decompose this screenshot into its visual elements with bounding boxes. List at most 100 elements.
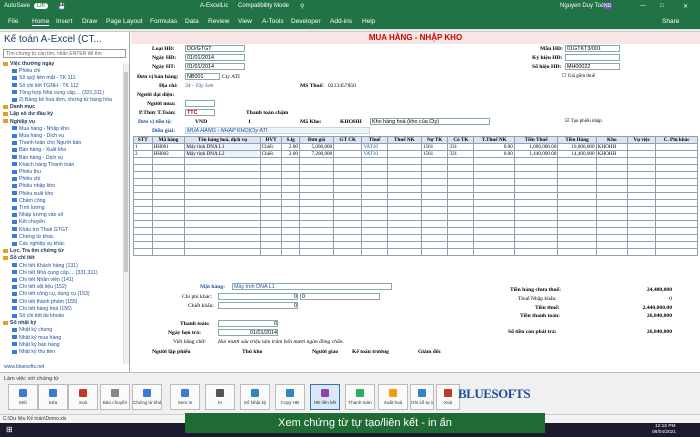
table-cell[interactable] — [298, 241, 335, 249]
table-cell[interactable] — [151, 241, 186, 249]
table-cell[interactable]: 2 — [133, 150, 153, 158]
empty-row[interactable] — [133, 206, 698, 214]
table-cell[interactable] — [361, 178, 388, 186]
table-cell[interactable] — [626, 220, 657, 228]
table-cell[interactable] — [333, 143, 363, 151]
table-cell[interactable] — [281, 185, 300, 193]
sidebar-item[interactable]: Bán hàng - Dịch vụ — [0, 155, 126, 161]
table-cell[interactable] — [281, 192, 300, 200]
table-cell[interactable] — [133, 171, 153, 179]
table-cell[interactable] — [655, 178, 698, 186]
table-cell[interactable] — [513, 206, 559, 214]
sidebar-group[interactable]: Lập số dư đầu kỳ — [0, 111, 126, 117]
tab-developer[interactable]: Developer — [291, 18, 321, 25]
sidebar-item[interactable]: Chi tiết hàng hoá (156) — [0, 306, 126, 312]
ma-kho-value[interactable]: KHOHH — [340, 119, 362, 125]
sidebar-item[interactable]: Thanh toán cho Người bán — [0, 140, 126, 146]
sidebar-item[interactable]: Phiếu xuất kho — [0, 191, 126, 197]
table-cell[interactable] — [151, 157, 186, 165]
tab-page-layout[interactable]: Page Layout — [106, 18, 143, 25]
tien-te-value[interactable]: VND — [195, 119, 207, 125]
table-cell[interactable] — [595, 164, 629, 172]
sidebar-item[interactable]: Nhật ký bán hàng — [0, 342, 126, 348]
sidebar-item[interactable]: Phiếu chi — [0, 176, 126, 182]
table-cell[interactable] — [557, 248, 597, 256]
table-cell[interactable] — [184, 185, 261, 193]
table-cell[interactable] — [626, 213, 657, 221]
maximize-icon[interactable]: □ — [660, 3, 664, 9]
table-cell[interactable] — [184, 248, 261, 256]
table-cell[interactable]: Chiếc — [259, 150, 283, 158]
table-cell[interactable] — [386, 171, 422, 179]
table-cell[interactable]: 1 — [133, 143, 153, 151]
table-cell[interactable] — [259, 164, 283, 172]
table-cell[interactable] — [361, 248, 388, 256]
so-hieu-field[interactable]: MH00022 — [565, 63, 620, 70]
table-cell[interactable] — [473, 171, 515, 179]
table-cell[interactable]: VAT10 — [361, 150, 388, 158]
tab-review[interactable]: Review — [208, 18, 229, 25]
tab-draw[interactable]: Draw — [82, 18, 97, 25]
table-cell[interactable] — [259, 185, 283, 193]
table-cell[interactable] — [386, 178, 422, 186]
empty-row[interactable] — [133, 157, 698, 165]
table-cell[interactable] — [655, 227, 698, 235]
ptt-field[interactable]: TTC — [185, 109, 215, 116]
gia-gom-thue-checkbox[interactable]: ☐ Giá gồm thuế — [562, 73, 595, 79]
table-cell[interactable] — [386, 157, 422, 165]
table-cell[interactable] — [386, 227, 422, 235]
table-cell[interactable] — [333, 185, 363, 193]
table-cell[interactable]: Máy tính DNA L1 — [184, 143, 261, 151]
table-cell[interactable] — [655, 213, 698, 221]
table-cell[interactable] — [420, 248, 449, 256]
tab-data[interactable]: Data — [185, 18, 199, 25]
table-cell[interactable] — [473, 164, 515, 172]
table-cell[interactable] — [386, 199, 422, 207]
empty-row[interactable] — [133, 248, 698, 256]
loai-hd-field[interactable]: DO/GTGT — [185, 45, 245, 52]
table-cell[interactable] — [626, 248, 657, 256]
table-cell[interactable] — [333, 164, 363, 172]
sidebar-item[interactable]: Phiếu nhập kho — [0, 183, 126, 189]
table-cell[interactable] — [184, 241, 261, 249]
table-cell[interactable] — [259, 192, 283, 200]
table-cell[interactable] — [655, 157, 698, 165]
windows-start-icon[interactable]: ⊞ — [6, 425, 13, 434]
table-cell[interactable] — [626, 227, 657, 235]
table-cell[interactable] — [595, 199, 629, 207]
table-cell[interactable] — [513, 185, 559, 193]
ty-gia-value[interactable]: 1 — [248, 119, 251, 125]
sidebar-item[interactable]: Sổ chi tiết tài khoản — [0, 313, 126, 319]
table-cell[interactable] — [420, 199, 449, 207]
table-cell[interactable] — [184, 234, 261, 242]
tab-insert[interactable]: Insert — [56, 18, 72, 25]
table-cell[interactable] — [184, 171, 261, 179]
table-cell[interactable] — [513, 241, 559, 249]
table-cell[interactable] — [557, 213, 597, 221]
table-cell[interactable] — [133, 220, 153, 228]
table-cell[interactable] — [473, 199, 515, 207]
table-cell[interactable] — [281, 241, 300, 249]
table-cell[interactable] — [386, 248, 422, 256]
sidebar-item[interactable]: Nhật ký mua hàng — [0, 335, 126, 341]
sidebar-group[interactable]: Việc thường ngày — [0, 61, 126, 67]
table-cell[interactable] — [420, 220, 449, 228]
sidebar-group[interactable]: Nghiệp vụ — [0, 119, 126, 125]
sidebar-scroll-thumb[interactable] — [124, 72, 128, 272]
table-cell[interactable] — [151, 206, 186, 214]
table-cell[interactable] — [259, 213, 283, 221]
table-cell[interactable] — [626, 157, 657, 165]
table-cell[interactable] — [184, 213, 261, 221]
mat-hang-field[interactable]: Máy tính DNA L1 — [232, 283, 392, 290]
table-cell[interactable] — [595, 185, 629, 193]
table-cell[interactable] — [655, 185, 698, 193]
table-cell[interactable]: 5,000,000 — [298, 143, 335, 151]
sidebar-item[interactable]: Nhật ký thu tiền — [0, 349, 126, 355]
table-cell[interactable] — [655, 164, 698, 172]
table-cell[interactable] — [655, 171, 698, 179]
toolbar-button[interactable]: Mới — [8, 384, 38, 410]
table-cell[interactable] — [333, 220, 363, 228]
table-cell[interactable] — [386, 192, 422, 200]
table-cell[interactable] — [133, 178, 153, 186]
tab-a-tools[interactable]: A-Tools — [262, 18, 284, 25]
